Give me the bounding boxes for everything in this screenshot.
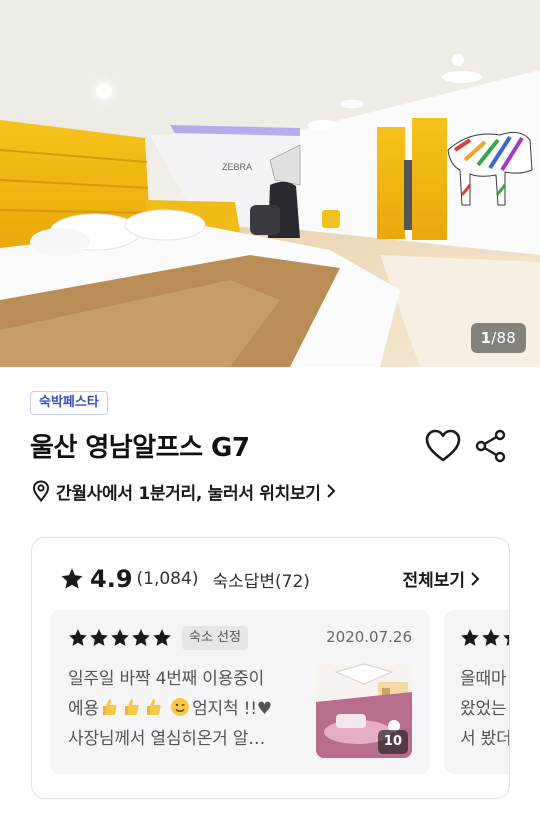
rating-summary: 4.9 (1,084) 숙소답변(72)	[60, 564, 310, 594]
review-stars	[460, 628, 509, 648]
location-link[interactable]: 간월사에서 1분거리, 눌러서 위치보기	[32, 479, 337, 504]
selection-tag: 숙소 선정	[182, 626, 248, 650]
owner-reply-count: 숙소답변(72)	[212, 571, 310, 592]
star-icon	[503, 634, 509, 646]
share-icon	[475, 429, 506, 463]
winking-face-emoji-icon	[171, 698, 190, 716]
review-line-text: 에용	[68, 699, 99, 719]
review-card[interactable]: 올때마 왔었는 서 봤더	[444, 610, 510, 774]
review-line: 일주일 바짝 4번째 이용중이	[68, 669, 265, 689]
photo-counter-current: 1	[480, 329, 492, 347]
star-icon	[482, 629, 500, 646]
review-photo[interactable]: 10	[316, 662, 412, 758]
photo-count-badge: 10	[377, 730, 408, 754]
review-line: 에용 엄지척 !!♥	[68, 694, 304, 724]
review-stars	[68, 628, 173, 648]
star-icon	[111, 629, 129, 646]
share-button[interactable]	[474, 429, 508, 463]
chevron-right-icon	[326, 484, 336, 498]
see-all-label: 전체보기	[402, 571, 465, 591]
star-icon	[153, 629, 171, 646]
star-icon	[69, 629, 87, 646]
review-line: 올때마	[460, 669, 507, 689]
review-line-text: 엄지척 !!♥	[192, 699, 272, 719]
review-line: 사장님께서 열심히온거 알…	[68, 729, 266, 749]
location-text: 간월사에서 1분거리, 눌러서 위치보기	[56, 483, 321, 504]
thumbs-up-emoji-icon	[124, 699, 139, 715]
star-icon	[90, 629, 108, 646]
review-line: 왔었는	[460, 699, 507, 719]
svg-text:ZEBRA: ZEBRA	[222, 162, 252, 172]
review-line: 서 봤더	[460, 729, 510, 749]
photo-counter-total: /88	[491, 329, 516, 347]
map-pin-icon	[32, 480, 50, 502]
review-date: 2020.07.26	[326, 628, 412, 646]
heart-icon	[425, 429, 461, 462]
photo-counter: 1/88	[470, 323, 526, 353]
favorite-button[interactable]	[424, 428, 462, 464]
thumbs-up-emoji-icon	[102, 699, 117, 715]
review-text: 일주일 바짝 4번째 이용중이 에용 엄지척 !!♥ 사장님께서 열심히온거 알…	[68, 664, 304, 754]
review-carousel[interactable]: 숙소 선정 2020.07.26 일주일 바짝 4번째 이용중이 에용 엄지척 …	[50, 610, 510, 774]
see-all-reviews-link[interactable]: 전체보기	[402, 566, 481, 591]
review-text: 올때마 왔었는 서 봤더	[460, 664, 510, 754]
room-illustration: ZEBRA	[0, 0, 540, 367]
review-section: 4.9 (1,084) 숙소답변(72) 전체보기 숙소 선정 2020.07.…	[31, 537, 510, 799]
promo-badge: 숙박페스타	[30, 391, 108, 415]
review-count: (1,084)	[136, 569, 199, 589]
review-card[interactable]: 숙소 선정 2020.07.26 일주일 바짝 4번째 이용중이 에용 엄지척 …	[50, 610, 430, 774]
star-icon	[61, 568, 83, 589]
property-title: 울산 영남알프스 G7	[30, 433, 250, 463]
room-photo[interactable]: ZEBRA 1/88	[0, 0, 540, 367]
rating-score: 4.9	[90, 565, 133, 593]
star-icon	[461, 629, 479, 646]
star-icon	[132, 629, 150, 646]
thumbs-up-emoji-icon	[146, 699, 161, 715]
chevron-right-icon	[471, 571, 480, 586]
